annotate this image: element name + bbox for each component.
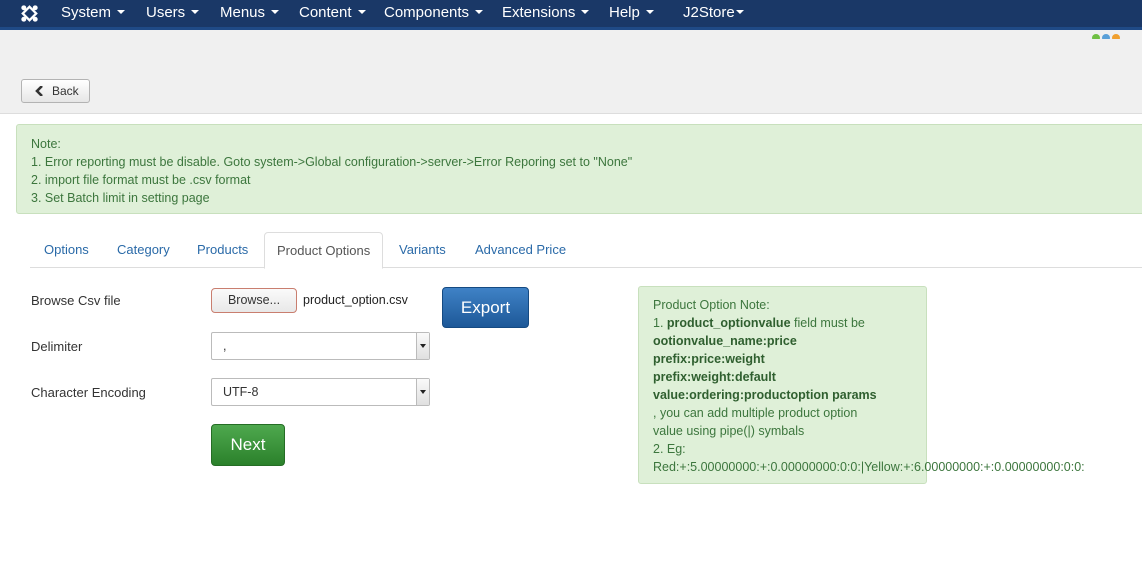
delimiter-value: , <box>223 339 227 353</box>
caret-down-icon <box>581 10 590 15</box>
import-note-alert: Note: 1. Error reporting must be disable… <box>16 124 1142 214</box>
tab-advanced-price[interactable]: Advanced Price <box>461 232 580 268</box>
nav-menu-components[interactable]: Components <box>384 0 484 27</box>
dropdown-arrow-icon <box>416 379 429 405</box>
nav-menu-label: Help <box>609 4 640 21</box>
nav-menu-extensions[interactable]: Extensions <box>502 0 590 27</box>
caret-down-icon <box>645 10 654 15</box>
back-button-label: Back <box>52 84 79 98</box>
nav-menu-label: Users <box>146 4 186 21</box>
note-line: 1. Error reporting must be disable. Goto… <box>31 155 633 169</box>
tab-products[interactable]: Products <box>183 232 262 268</box>
nav-menu-j2store[interactable]: J2Store <box>683 0 744 27</box>
po-note-example-value: Red:+:5.00000000:+:0.00000000:0:0:|Yello… <box>653 460 1085 474</box>
next-button[interactable]: Next <box>211 424 285 466</box>
nav-menu-system[interactable]: System <box>61 0 126 27</box>
po-note-format-line: prefix:weight:default <box>653 370 776 384</box>
character-encoding-select[interactable]: UTF-8 <box>211 378 430 406</box>
product-option-note: Product Option Note: 1. product_optionva… <box>638 286 1085 484</box>
po-note-prefix: 1. <box>653 316 667 330</box>
caret-down-icon <box>191 10 200 15</box>
browse-button[interactable]: Browse... <box>211 288 297 313</box>
delimiter-label: Delimiter <box>31 339 83 354</box>
character-encoding-label: Character Encoding <box>31 385 146 400</box>
tab-category[interactable]: Category <box>103 232 184 268</box>
nav-menu-help[interactable]: Help <box>609 0 654 27</box>
po-note-example-label: 2. Eg: <box>653 442 686 456</box>
caret-down-icon <box>735 10 744 15</box>
po-note-suffix: field must be <box>790 316 865 330</box>
import-tabs: Options Category Products Product Option… <box>30 232 1142 269</box>
back-button[interactable]: Back <box>21 79 90 103</box>
export-button[interactable]: Export <box>442 287 529 328</box>
nav-menu-users[interactable]: Users <box>146 0 200 27</box>
nav-menu-label: Extensions <box>502 4 576 21</box>
nav-menu-label: Menus <box>220 4 266 21</box>
nav-menu-label: J2Store <box>683 4 735 21</box>
nav-menu-label: Components <box>384 4 470 21</box>
note-title: Note: <box>31 137 61 151</box>
tab-options[interactable]: Options <box>30 232 103 268</box>
po-note-field-name: product_optionvalue <box>666 316 791 330</box>
note-line: 3. Set Batch limit in setting page <box>31 191 210 205</box>
po-note-format-line: prefix:price:weight <box>653 352 765 366</box>
note-line: 2. import file format must be .csv forma… <box>31 173 251 187</box>
selected-file-name: product_option.csv <box>303 293 408 307</box>
nav-menu-content[interactable]: Content <box>299 0 366 27</box>
tab-variants[interactable]: Variants <box>385 232 460 268</box>
po-note-text: , you can add multiple product option <box>653 406 858 420</box>
toolbar: Back <box>0 39 1142 114</box>
nav-menu-label: System <box>61 4 112 21</box>
caret-down-icon <box>357 10 366 15</box>
joomla-logo-icon[interactable] <box>20 4 39 23</box>
caret-down-icon <box>271 10 280 15</box>
caret-down-icon <box>475 10 484 15</box>
chevron-left-icon <box>35 86 43 96</box>
po-note-format-line: ootionvalue_name:price <box>653 334 797 348</box>
delimiter-select[interactable]: , <box>211 332 430 360</box>
header-subbar <box>0 27 1142 41</box>
encoding-value: UTF-8 <box>223 385 259 399</box>
po-note-format-line: value:ordering:productoption params <box>653 388 877 402</box>
po-note-text: value using pipe(|) symbals <box>653 424 805 438</box>
browse-csv-label: Browse Csv file <box>31 293 121 308</box>
nav-menu-label: Content <box>299 4 352 21</box>
caret-down-icon <box>117 10 126 15</box>
tab-product-options[interactable]: Product Options <box>264 232 384 269</box>
po-note-title: Product Option Note: <box>653 298 770 312</box>
nav-menu-menus[interactable]: Menus <box>220 0 280 27</box>
dropdown-arrow-icon <box>416 333 429 359</box>
po-note-line-1: 1. product_optionvalue field must be <box>653 314 912 332</box>
top-navbar: System Users Menus Content Components Ex… <box>0 0 1142 27</box>
